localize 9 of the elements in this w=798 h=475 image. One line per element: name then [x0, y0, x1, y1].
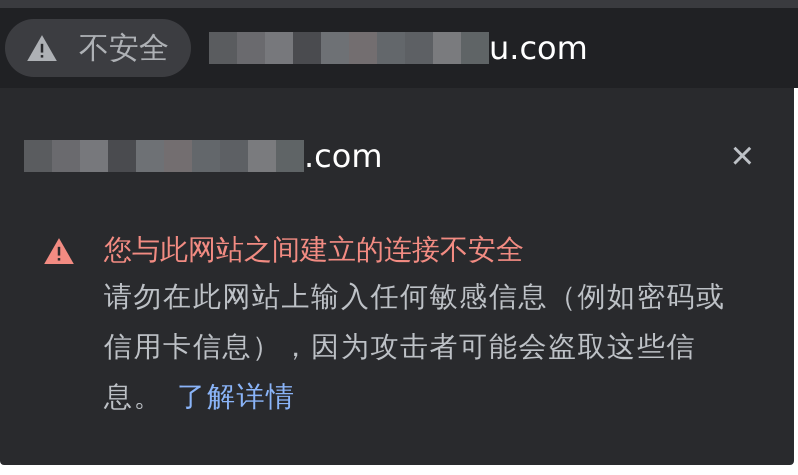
- learn-more-link[interactable]: 了解详情: [177, 380, 296, 413]
- warning-icon: [27, 34, 57, 62]
- warning-icon: [44, 238, 74, 264]
- close-button[interactable]: ×: [720, 136, 764, 176]
- warning-message: 请勿在此网站上输入任何敏感信息（例如密码或信用卡信息），因为攻击者可能会盗取这些信息。 了解详情: [104, 279, 727, 415]
- warning-title: 您与此网站之间建立的连接不安全: [104, 232, 525, 268]
- security-chip[interactable]: 不安全: [5, 19, 191, 77]
- url-text: u.com: [489, 29, 588, 67]
- site-name: .com: [304, 137, 383, 175]
